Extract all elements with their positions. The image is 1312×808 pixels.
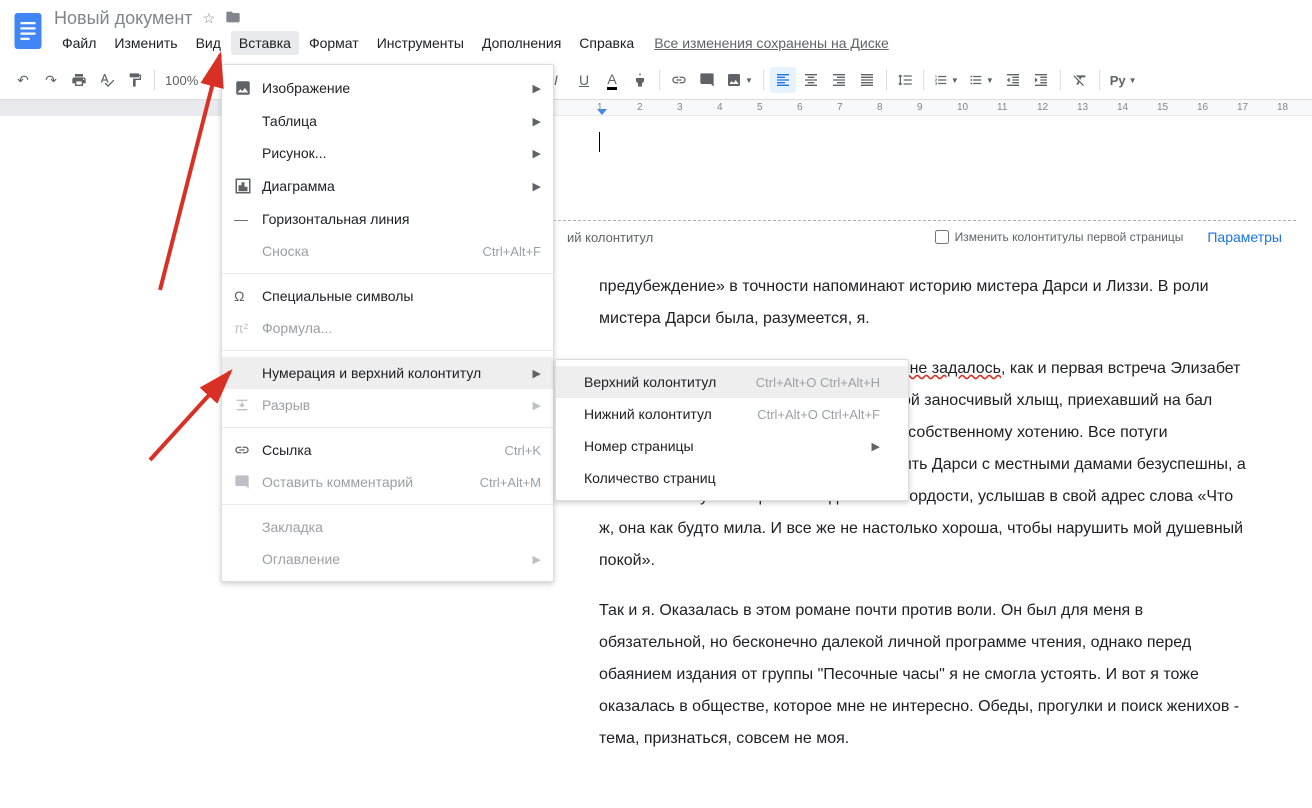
paragraph-3[interactable]: Так и я. Оказалась в этом романе почти п…: [599, 595, 1250, 755]
menu-help[interactable]: Справка: [571, 31, 642, 55]
app-header: Новый документ ☆ Файл Изменить Вид Встав…: [0, 0, 1312, 55]
numbering-submenu: Верхний колонтитулCtrl+Alt+O Ctrl+Alt+H …: [555, 359, 909, 501]
dd-toc: Оглавление▶: [222, 543, 553, 575]
dd-numbering-header[interactable]: Нумерация и верхний колонтитул▶: [222, 357, 553, 389]
print-icon[interactable]: [66, 67, 92, 93]
title-area: Новый документ ☆ Файл Изменить Вид Встав…: [54, 8, 899, 55]
folder-icon[interactable]: [225, 9, 241, 28]
sm-page-count[interactable]: Количество страниц: [556, 462, 908, 494]
paragraph-1[interactable]: предубеждение» в точности напоминают ист…: [599, 271, 1250, 335]
menu-format[interactable]: Формат: [301, 31, 367, 55]
align-justify-icon[interactable]: [854, 67, 880, 93]
ruler: 123456789101112131415161718: [0, 100, 1312, 116]
bullet-list-icon[interactable]: ▼: [965, 73, 998, 87]
menu-addons[interactable]: Дополнения: [474, 31, 569, 55]
first-page-checkbox[interactable]: Изменить колонтитулы первой страницы: [935, 230, 1184, 244]
dd-table[interactable]: Таблица▶: [222, 105, 553, 137]
dd-comment: Оставить комментарийCtrl+Alt+M: [222, 466, 553, 498]
redo-icon[interactable]: ↷: [38, 67, 64, 93]
menu-bar: Файл Изменить Вид Вставка Формат Инструм…: [54, 31, 899, 55]
image-insert-icon[interactable]: ▼: [722, 72, 757, 88]
insert-dropdown: Изображение▶ Таблица▶ Рисунок...▶ Диагра…: [221, 64, 554, 582]
numbered-list-icon[interactable]: ▼: [930, 73, 963, 87]
save-status[interactable]: Все изменения сохранены на Диске: [644, 31, 899, 55]
spellcheck-icon[interactable]: [94, 67, 120, 93]
dd-drawing[interactable]: Рисунок...▶: [222, 137, 553, 169]
align-center-icon[interactable]: [798, 67, 824, 93]
sm-page-number[interactable]: Номер страницы▶: [556, 430, 908, 462]
menu-insert[interactable]: Вставка: [231, 31, 299, 55]
dd-image[interactable]: Изображение▶: [222, 71, 553, 105]
dd-chart[interactable]: Диаграмма▶: [222, 169, 553, 203]
star-icon[interactable]: ☆: [203, 10, 216, 27]
document-title[interactable]: Новый документ: [54, 8, 193, 29]
menu-file[interactable]: Файл: [54, 31, 104, 55]
menu-tools[interactable]: Инструменты: [369, 31, 472, 55]
link-icon[interactable]: [666, 67, 692, 93]
align-left-icon[interactable]: [770, 67, 796, 93]
dd-break[interactable]: Разрыв▶: [222, 389, 553, 421]
menu-view[interactable]: Вид: [188, 31, 229, 55]
clear-format-icon[interactable]: [1067, 67, 1093, 93]
dd-link[interactable]: СсылкаCtrl+K: [222, 434, 553, 466]
dd-hr[interactable]: —Горизонтальная линия: [222, 203, 553, 235]
undo-icon[interactable]: ↶: [10, 67, 36, 93]
align-right-icon[interactable]: [826, 67, 852, 93]
indent-decrease-icon[interactable]: [1000, 67, 1026, 93]
line-spacing-icon[interactable]: [893, 72, 917, 88]
underline-icon[interactable]: U: [571, 67, 597, 93]
input-tools[interactable]: Ру▼: [1106, 73, 1141, 88]
docs-logo-icon[interactable]: [10, 8, 46, 54]
comment-icon[interactable]: [694, 67, 720, 93]
document-body[interactable]: предубеждение» в точности напоминают ист…: [553, 253, 1296, 791]
sm-footer[interactable]: Нижний колонтитулCtrl+Alt+O Ctrl+Alt+F: [556, 398, 908, 430]
header-params-link[interactable]: Параметры: [1207, 229, 1282, 245]
toolbar: ↶ ↷ 100%▼ I U A ▼ ▼ ▼ Ру▼: [0, 61, 1312, 100]
highlight-icon[interactable]: [627, 67, 653, 93]
sm-header[interactable]: Верхний колонтитулCtrl+Alt+O Ctrl+Alt+H: [556, 366, 908, 398]
dd-footnote: СноскаCtrl+Alt+F: [222, 235, 553, 267]
ruler-ticks: 123456789101112131415161718: [553, 100, 1312, 115]
dd-special-chars[interactable]: ΩСпециальные символы: [222, 280, 553, 312]
text-cursor: [599, 132, 600, 152]
paint-format-icon[interactable]: [122, 67, 148, 93]
header-label: ий колонтитул: [567, 230, 935, 245]
text-color-icon[interactable]: A: [599, 67, 625, 93]
page-header-bar: ий колонтитул Изменить колонтитулы перво…: [553, 220, 1296, 253]
indent-increase-icon[interactable]: [1028, 67, 1054, 93]
dd-equation: π²Формула...: [222, 312, 553, 344]
dd-bookmark: Закладка: [222, 511, 553, 543]
zoom-select[interactable]: 100%▼: [161, 73, 207, 88]
menu-edit[interactable]: Изменить: [106, 31, 185, 55]
